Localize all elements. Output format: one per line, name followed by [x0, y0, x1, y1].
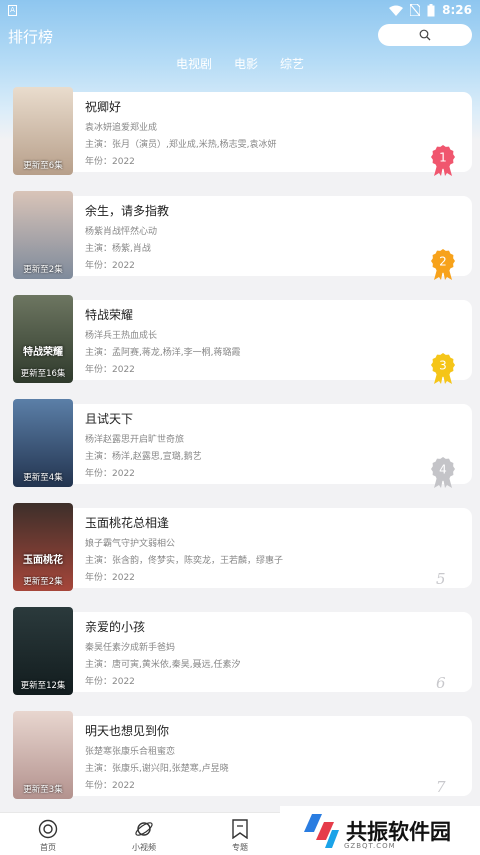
show-title: 亲爱的小孩 — [85, 620, 146, 634]
show-description: 张楚寒张康乐合租蜜恋 — [85, 747, 176, 757]
poster-thumbnail[interactable]: 更新至3集 — [13, 711, 73, 799]
episode-update-label: 更新至2集 — [23, 577, 63, 587]
poster-thumbnail[interactable]: 玉面桃花更新至2集 — [13, 503, 73, 591]
show-cast: 主演：孟阿赛,蒋龙,杨洋,李一桐,蒋璐霞 — [85, 348, 241, 358]
list-item-card — [13, 196, 472, 276]
poster-logo: 玉面桃花 — [23, 555, 63, 566]
list-item[interactable]: 更新至4集 且试天下杨洋赵露思开启旷世奇旅主演：杨洋,赵露思,宣璐,鹅艺 年份：20… — [0, 399, 480, 489]
show-cast: 主演：张含韵，佟梦实，陈奕龙，王若麟，缪惠子 — [85, 556, 284, 566]
list-item[interactable]: 更新至6集 祝卿好袁冰妍追爱郑业成主演：张月（演员）,郑业成,米热,杨志雯,袁冰妍… — [0, 87, 480, 177]
no-sim-icon — [410, 4, 421, 16]
category-tabs: 电视剧 电影 综艺 — [0, 55, 480, 75]
show-year: 年份：2022 — [85, 677, 135, 687]
show-year: 年份：2022 — [85, 781, 135, 791]
bookmark-icon — [232, 819, 248, 839]
poster-thumbnail[interactable]: 更新至4集 — [13, 399, 73, 487]
episode-update-label: 更新至6集 — [23, 161, 63, 171]
home-icon — [38, 819, 58, 839]
rank-number: 5 — [436, 570, 446, 588]
list-item[interactable]: 特战荣耀 更新至16集 特战荣耀 杨洋兵王热血成长 主演：孟阿赛,蒋龙,杨洋,李一桐,蒋… — [0, 295, 480, 385]
list-item-card — [13, 612, 472, 692]
show-cast: 主演：张月（演员）,郑业成,米热,杨志雯,袁冰妍 — [85, 140, 277, 150]
status-bar: A 8:26 — [0, 0, 480, 20]
rank-number: 3 — [439, 359, 447, 373]
show-description: 娘子霸气守护文弱相公 — [85, 539, 176, 549]
episode-update-label: 更新至4集 — [23, 473, 63, 483]
show-year: 年份：2022 — [85, 261, 135, 271]
show-title: 祝卿好 — [85, 100, 122, 114]
episode-update-label: 更新至3集 — [23, 785, 63, 795]
search-icon — [419, 29, 431, 41]
nav-short-video[interactable]: 小视频 — [114, 819, 174, 853]
rank-number: 6 — [436, 674, 446, 692]
show-description: 杨洋兵王热血成长 — [85, 331, 158, 341]
show-title: 余生，请多指教 — [85, 204, 170, 218]
list-item[interactable]: 玉面桃花 更新至2集 玉面桃花总相逢 娘子霸气守护文弱相公 主演：张含韵，佟梦实，陈奕龙… — [0, 503, 480, 593]
poster-thumbnail[interactable]: 更新至12集 — [13, 607, 73, 695]
show-title: 且试天下 — [85, 412, 134, 426]
show-year: 年份：2022 — [85, 573, 135, 583]
nav-short-video-label: 小视频 — [132, 843, 156, 852]
show-title: 玉面桃花总相逢 — [85, 516, 170, 530]
show-cast: 主演：唐可寅,黄米依,秦昊,聂远,任素汐 — [85, 660, 241, 670]
poster-logo: 特战荣耀 — [23, 347, 63, 358]
poster-thumbnail[interactable]: 特战荣耀更新至16集 — [13, 295, 73, 383]
show-description: 袁冰妍追爱郑业成 — [85, 123, 158, 133]
tab-variety[interactable]: 综艺 — [280, 55, 304, 75]
show-cast: 主演：杨洋,赵露思,宣璐,鹅艺 — [85, 452, 202, 462]
show-description: 秦昊任素汐成新手爸妈 — [85, 643, 176, 653]
show-year: 年份：2022 — [85, 157, 135, 167]
page-title: 排行榜 — [8, 28, 54, 46]
list-item-card — [13, 716, 472, 796]
poster-thumbnail[interactable]: 更新至6集 — [13, 87, 73, 175]
watermark-sub: GZBQT.COM — [344, 842, 396, 850]
battery-icon — [427, 3, 435, 16]
rank-medal-icon: 4 — [431, 457, 455, 488]
watermark-logo-icon — [304, 813, 339, 848]
rank-number: 2 — [439, 255, 447, 269]
search-button[interactable] — [378, 24, 472, 46]
nav-topics-label: 专题 — [232, 843, 248, 852]
clock: 8:26 — [442, 3, 472, 17]
list-item[interactable]: 更新至12集 亲爱的小孩秦昊任素汐成新手爸妈主演：唐可寅,黄米依,秦昊,聂远,任素… — [0, 607, 480, 697]
list-item-card — [13, 404, 472, 484]
show-cast: 主演：张康乐,谢兴阳,张楚寒,卢昱晓 — [85, 764, 229, 774]
show-description: 杨紫肖战怦然心动 — [85, 227, 158, 237]
rank-number: 1 — [439, 151, 447, 165]
rank-medal-icon: 3 — [431, 353, 455, 384]
poster-thumbnail[interactable]: 更新至2集 — [13, 191, 73, 279]
show-cast: 主演：杨紫,肖战 — [85, 244, 151, 254]
episode-update-label: 更新至2集 — [23, 265, 63, 275]
nav-home[interactable]: 首页 — [18, 819, 78, 853]
notification-icon: A — [8, 4, 17, 16]
episode-update-label: 更新至16集 — [20, 369, 66, 379]
wifi-icon — [389, 5, 404, 16]
nav-topics[interactable]: 专题 — [210, 819, 270, 853]
show-description: 杨洋赵露思开启旷世奇旅 — [85, 435, 185, 445]
list-item-card — [13, 92, 472, 172]
show-year: 年份：2022 — [85, 469, 135, 479]
show-title: 特战荣耀 — [85, 308, 134, 322]
show-title: 明天也想见到你 — [85, 724, 170, 738]
list-item-card — [13, 300, 472, 380]
tab-tv-series[interactable]: 电视剧 — [176, 55, 212, 75]
planet-icon — [135, 822, 153, 836]
list-item-card — [13, 508, 472, 588]
rank-number: 7 — [436, 778, 446, 796]
episode-update-label: 更新至12集 — [20, 681, 66, 691]
list-item[interactable]: 更新至3集 明天也想见到你张楚寒张康乐合租蜜恋主演：张康乐,谢兴阳,张楚寒,卢昱晓… — [0, 711, 480, 801]
rank-number: 4 — [439, 463, 447, 477]
tab-movies[interactable]: 电影 — [234, 55, 258, 75]
rank-medal-icon: 1 — [431, 145, 455, 176]
header: 排行榜 — [0, 22, 480, 50]
rank-medal-icon: 2 — [431, 249, 455, 280]
list-item[interactable]: 更新至2集 余生，请多指教杨紫肖战怦然心动 主演：杨紫,肖战 年份：2022 2 — [0, 191, 480, 281]
watermark: 共振软件园 GZBQT.COM — [280, 806, 480, 855]
watermark-text: 共振软件园 — [346, 819, 451, 844]
nav-home-label: 首页 — [40, 843, 56, 852]
show-year: 年份：2022 — [85, 365, 135, 375]
